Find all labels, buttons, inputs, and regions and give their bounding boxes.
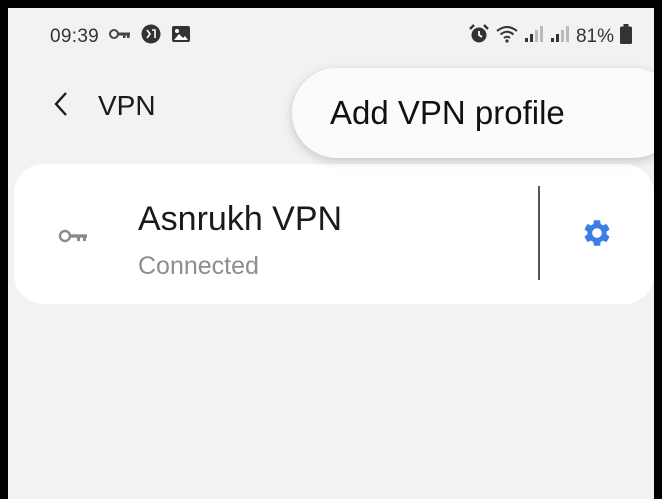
vpn-connection-status: Connected [138, 252, 259, 280]
page-title: VPN [98, 90, 156, 121]
status-bar: 09:39 81% [8, 8, 654, 58]
wifi-icon [496, 25, 518, 48]
chevron-left-icon [53, 91, 69, 122]
vpn-profile-card: Asnrukh VPN Connected [14, 164, 654, 304]
status-time: 09:39 [50, 25, 100, 47]
vpn-key-icon [109, 27, 131, 46]
signal-icon [550, 25, 570, 48]
status-bar-left: 09:39 [50, 24, 191, 49]
alarm-icon [468, 24, 490, 49]
back-button[interactable] [46, 86, 76, 126]
phone-screen: 09:39 81% VPN Asnrukh VPN Connected Add … [8, 8, 654, 499]
vpn-profile-name: Asnrukh VPN [138, 200, 343, 238]
gallery-icon [171, 25, 191, 48]
overflow-popup-menu: Add VPN profile [292, 68, 654, 158]
status-bar-right: 81% [468, 24, 632, 49]
notification-badge-icon [141, 24, 161, 49]
battery-icon [620, 24, 632, 49]
battery-percentage: 81% [575, 25, 614, 47]
signal-icon [524, 25, 544, 48]
key-icon [58, 228, 88, 249]
vertical-divider [538, 186, 540, 280]
gear-icon [581, 217, 613, 254]
vpn-settings-button[interactable] [574, 212, 620, 258]
vpn-profile-item[interactable]: Asnrukh VPN Connected [14, 164, 534, 304]
add-vpn-profile-menu-item[interactable]: Add VPN profile [330, 94, 565, 132]
